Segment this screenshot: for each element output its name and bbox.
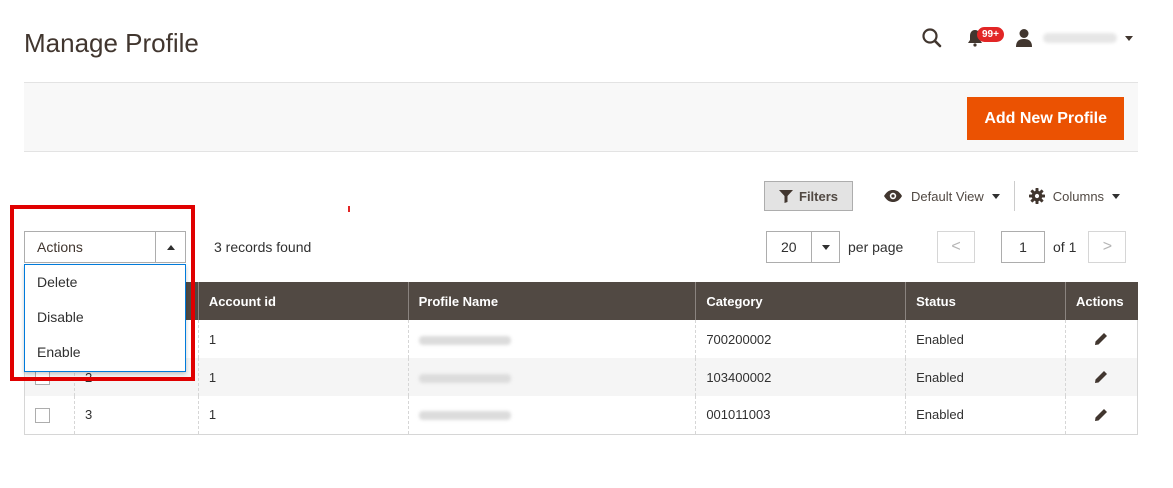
filters-label: Filters bbox=[799, 188, 839, 204]
id-cell: 3 bbox=[73, 396, 199, 435]
category-cell: 700200002 bbox=[695, 320, 906, 358]
page-actions-bar: Add New Profile bbox=[24, 82, 1138, 152]
per-page-label: per page bbox=[848, 239, 904, 255]
default-view-label: Default View bbox=[911, 188, 984, 204]
actions-cell bbox=[1064, 358, 1139, 396]
per-page-select[interactable]: 20 bbox=[766, 231, 840, 263]
next-page-button[interactable]: > bbox=[1088, 231, 1127, 263]
status-cell: Enabled bbox=[905, 396, 1066, 435]
status-cell: Enabled bbox=[905, 358, 1066, 396]
category-cell: 001011003 bbox=[695, 396, 906, 435]
chevron-down-icon bbox=[991, 193, 1000, 199]
chevron-up-icon bbox=[166, 244, 175, 250]
columns-label: Columns bbox=[1052, 188, 1105, 204]
notification-badge: 99+ bbox=[977, 27, 1004, 42]
menu-item-delete[interactable]: Delete bbox=[25, 265, 185, 300]
column-header-profile-name[interactable]: Profile Name bbox=[407, 282, 696, 320]
menu-item-disable[interactable]: Disable bbox=[25, 300, 185, 335]
user-name-redacted[interactable] bbox=[1043, 33, 1117, 43]
account-id-cell: 1 bbox=[197, 358, 409, 396]
chevron-down-icon bbox=[821, 244, 830, 250]
pencil-icon[interactable] bbox=[1094, 408, 1108, 422]
previous-page-button[interactable]: < bbox=[937, 231, 975, 263]
per-page-value: 20 bbox=[781, 239, 797, 255]
menu-item-enable[interactable]: Enable bbox=[25, 335, 185, 370]
row-checkbox[interactable] bbox=[35, 407, 50, 423]
table-row[interactable]: 1 1 700200002 Enabled bbox=[24, 320, 1139, 358]
records-found: 3 records found bbox=[214, 239, 312, 255]
profile-name-redacted bbox=[418, 411, 511, 421]
pencil-icon[interactable] bbox=[1094, 370, 1108, 384]
profile-name-redacted bbox=[418, 335, 511, 345]
profile-name-redacted bbox=[418, 373, 511, 383]
column-header-actions: Actions bbox=[1064, 282, 1138, 320]
profiles-table: Account id Profile Name Category Status … bbox=[24, 282, 1139, 435]
status-cell: Enabled bbox=[905, 320, 1066, 358]
user-icon[interactable] bbox=[1015, 28, 1033, 48]
column-header-account-id[interactable]: Account id bbox=[197, 282, 409, 320]
actions-cell bbox=[1064, 396, 1139, 435]
column-header-category[interactable]: Category bbox=[695, 282, 906, 320]
funnel-icon bbox=[779, 189, 793, 203]
table-row[interactable]: 3 1 001011003 Enabled bbox=[24, 396, 1139, 435]
add-new-profile-button[interactable]: Add New Profile bbox=[967, 97, 1124, 140]
red-marker bbox=[348, 206, 350, 212]
search-icon[interactable] bbox=[921, 27, 943, 49]
header-actions: 99+ bbox=[921, 24, 1133, 52]
notifications-button[interactable]: 99+ bbox=[967, 27, 1004, 49]
category-cell: 103400002 bbox=[695, 358, 906, 396]
pagination: < 1 of 1 > bbox=[937, 231, 1127, 263]
profile-name-cell bbox=[407, 396, 696, 435]
grid-toolbar: Filters Default View Columns bbox=[764, 181, 1121, 211]
current-page-input[interactable]: 1 bbox=[1001, 231, 1045, 263]
gear-icon bbox=[1028, 188, 1045, 204]
actions-cell bbox=[1064, 320, 1139, 358]
table-row[interactable]: 2 1 103400002 Enabled bbox=[24, 358, 1139, 396]
account-id-cell: 1 bbox=[197, 396, 409, 435]
column-header-status[interactable]: Status bbox=[905, 282, 1066, 320]
chevron-down-icon bbox=[1112, 193, 1121, 199]
pencil-icon[interactable] bbox=[1094, 332, 1108, 346]
eye-icon bbox=[884, 190, 903, 202]
per-page-control: 20 per page bbox=[766, 231, 903, 263]
row-select-cell bbox=[24, 396, 75, 435]
per-page-toggle[interactable] bbox=[811, 232, 839, 262]
chevron-down-icon[interactable] bbox=[1125, 35, 1133, 41]
mass-actions-label: Actions bbox=[37, 239, 83, 255]
mass-actions-select[interactable]: Actions bbox=[24, 231, 186, 263]
total-pages-label: of 1 bbox=[1053, 239, 1077, 255]
row-checkbox[interactable] bbox=[35, 370, 50, 386]
profile-name-cell bbox=[407, 320, 696, 358]
profile-name-cell bbox=[407, 358, 696, 396]
table-header-row: Account id Profile Name Category Status … bbox=[24, 282, 1138, 320]
default-view-dropdown[interactable]: Default View bbox=[883, 189, 1000, 204]
mass-actions-toggle[interactable] bbox=[155, 232, 185, 262]
filters-button[interactable]: Filters bbox=[764, 181, 854, 211]
columns-dropdown[interactable]: Columns bbox=[1028, 188, 1121, 204]
mass-actions-menu: Delete Disable Enable bbox=[24, 264, 186, 372]
toolbar-divider bbox=[1013, 181, 1015, 211]
page-title: Manage Profile bbox=[24, 28, 199, 58]
account-id-cell: 1 bbox=[197, 320, 409, 358]
